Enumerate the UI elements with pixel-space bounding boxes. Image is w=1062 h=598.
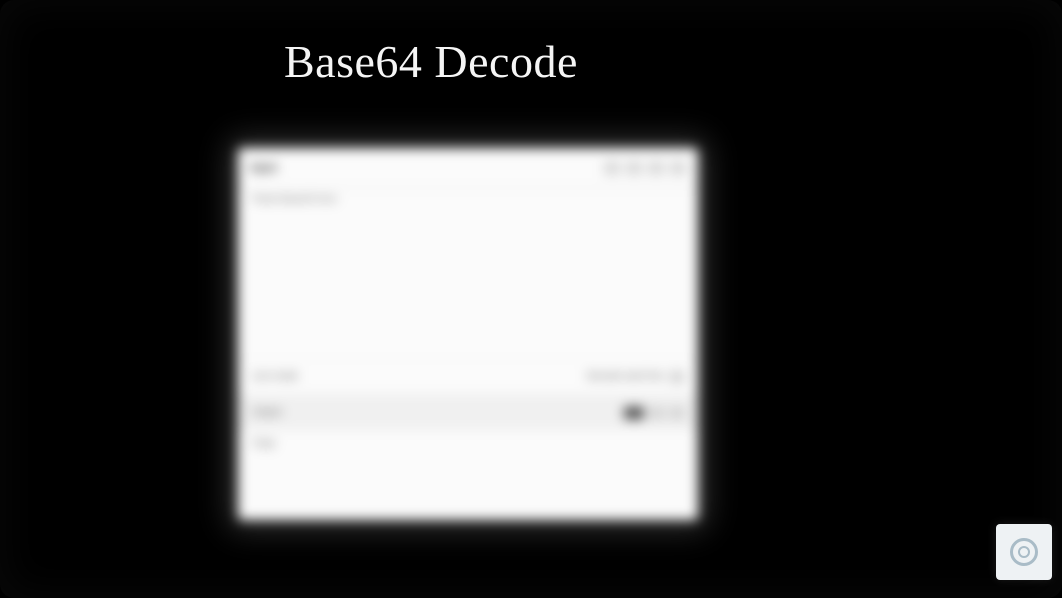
input-area[interactable] <box>238 211 698 358</box>
panel-subheader: Paste Base64 here <box>238 188 698 211</box>
tool-panel: Input Paste Base64 here Live mode Decode… <box>238 148 698 520</box>
output-bar: Output <box>238 394 698 430</box>
option-right: Decode each line <box>587 371 664 382</box>
output-hint: Copy <box>252 438 684 449</box>
header-control-icon[interactable] <box>648 161 664 175</box>
input-label: Input <box>250 162 277 174</box>
header-control-icon[interactable] <box>626 161 642 175</box>
action-button[interactable] <box>624 407 644 419</box>
recaptcha-badge[interactable] <box>996 524 1052 580</box>
recaptcha-icon <box>1010 538 1038 566</box>
header-control-icon[interactable] <box>604 161 620 175</box>
header-control-icon[interactable] <box>670 161 686 175</box>
action-icon[interactable] <box>670 407 684 419</box>
action-icon[interactable] <box>650 407 664 419</box>
options-row: Live mode Decode each line <box>238 358 698 394</box>
output-label: Output <box>252 407 282 418</box>
output-area: Copy <box>238 430 698 520</box>
slide: Base64 Decode Input Paste Base64 here Li… <box>0 0 1062 598</box>
blurred-screenshot: Input Paste Base64 here Live mode Decode… <box>238 148 698 520</box>
toggle-icon[interactable] <box>670 371 684 383</box>
page-title: Base64 Decode <box>284 35 578 88</box>
placeholder-line: Paste Base64 here <box>252 194 684 205</box>
panel-header: Input <box>238 148 698 188</box>
option-left: Live mode <box>252 371 298 382</box>
